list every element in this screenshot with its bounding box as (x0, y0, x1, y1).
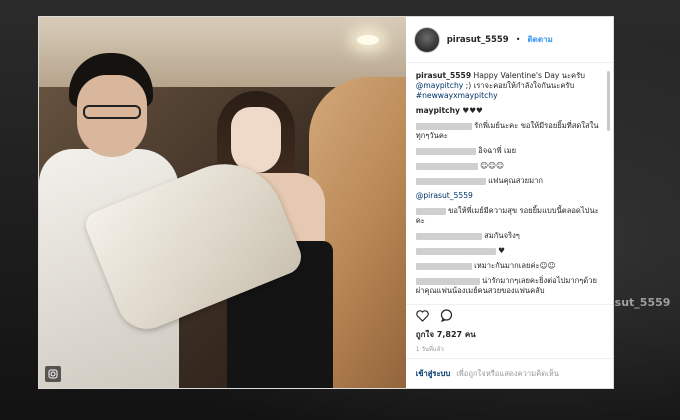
login-link[interactable]: เข้าสู่ระบบ (416, 368, 450, 380)
comment-item: เหมาะกันมากเลยค่ะ☺☺ (415, 261, 603, 271)
comment-username[interactable]: maypitchy (416, 106, 460, 115)
instagram-badge-icon (45, 366, 61, 382)
instagram-post-embed: pirasut_5559 • ติดตาม pirasut_5559 Happy… (38, 16, 614, 389)
comment-icon[interactable] (440, 309, 454, 323)
post-photo[interactable] (39, 17, 406, 388)
post-header: pirasut_5559 • ติดตาม (405, 17, 613, 63)
blurred-username (415, 277, 480, 285)
comment-item: @pirasut_5559 (416, 191, 603, 201)
comment-item: ☺☺☺ (415, 161, 603, 171)
comment-item: ♥ (415, 246, 603, 256)
comments-scrollbar[interactable] (607, 71, 610, 131)
comment-item: รักพี่เมย์นะคะ ขอให้มีรอยยิ้มที่สดใสในทุ… (415, 121, 603, 141)
comment-text: แฟนคุณสวยมาก (488, 176, 543, 185)
caption: pirasut_5559 Happy Valentine's Day นะครั… (416, 71, 603, 101)
comment-text: ♥ (498, 246, 505, 255)
comment-item: อิจฉาพี่ เมย (415, 146, 603, 156)
post-time: 1 วันที่แล้ว (415, 346, 444, 353)
comment-item: น่ารักมากๆเลยคะยิ่งต่อไปมากๆด้วยผ่าคุณแฟ… (415, 276, 603, 296)
follow-button[interactable]: ติดตาม (527, 33, 552, 46)
comment-text: สมกันจริงๆ (484, 231, 520, 240)
comment-text: อิจฉาพี่ เมย (478, 146, 517, 155)
avatar[interactable] (413, 26, 440, 53)
post-side-panel: pirasut_5559 • ติดตาม pirasut_5559 Happy… (405, 17, 613, 388)
ceiling-light (357, 35, 379, 45)
comment-item: ขอให้พี่เมย์มีความสุข รอยยิ้มแบบนี้ตลอดไ… (415, 206, 603, 226)
caption-text: Happy Valentine's Day นะครับ (473, 71, 585, 80)
caption-mention[interactable]: @maypitchy (416, 81, 464, 90)
likes-count[interactable]: ถูกใจ 7,827 คน (406, 326, 613, 341)
caption-hashtag[interactable]: #newwayxmaypitchy (416, 91, 498, 100)
separator-dot: • (515, 35, 521, 44)
comment-text: ☺☺☺ (480, 161, 504, 170)
comment-text: ♥♥♥ (462, 106, 483, 115)
blurred-username (415, 262, 472, 270)
login-hint: เพื่อถูกใจหรือแสดงความคิดเห็น (456, 368, 559, 378)
heart-icon[interactable] (416, 309, 430, 323)
comment-mention[interactable]: @pirasut_5559 (416, 191, 473, 200)
blurred-username (415, 162, 478, 170)
blurred-username (415, 207, 446, 215)
comment-login-bar: เข้าสู่ระบบ เพื่อถูกใจหรือแสดงความคิดเห็… (405, 358, 613, 388)
comments-list: pirasut_5559 Happy Valentine's Day นะครั… (406, 63, 613, 304)
blurred-username (415, 147, 476, 155)
blurred-username (415, 177, 486, 185)
blurred-username (415, 122, 472, 130)
comment-text: เหมาะกันมากเลยค่ะ☺☺ (474, 261, 556, 270)
caption-username[interactable]: pirasut_5559 (416, 71, 471, 80)
caption-rest: ;) เราจะคอยให้กำลังใจกันนะครับ (465, 81, 575, 90)
post-actions (405, 304, 613, 326)
comment-item: สมกันจริงๆ (415, 231, 603, 241)
post-username[interactable]: pirasut_5559 (447, 35, 509, 45)
blurred-username (415, 232, 482, 240)
comment-item: แฟนคุณสวยมาก (415, 176, 603, 186)
blurred-username (415, 247, 496, 255)
comment-item: maypitchy ♥♥♥ (416, 106, 603, 116)
